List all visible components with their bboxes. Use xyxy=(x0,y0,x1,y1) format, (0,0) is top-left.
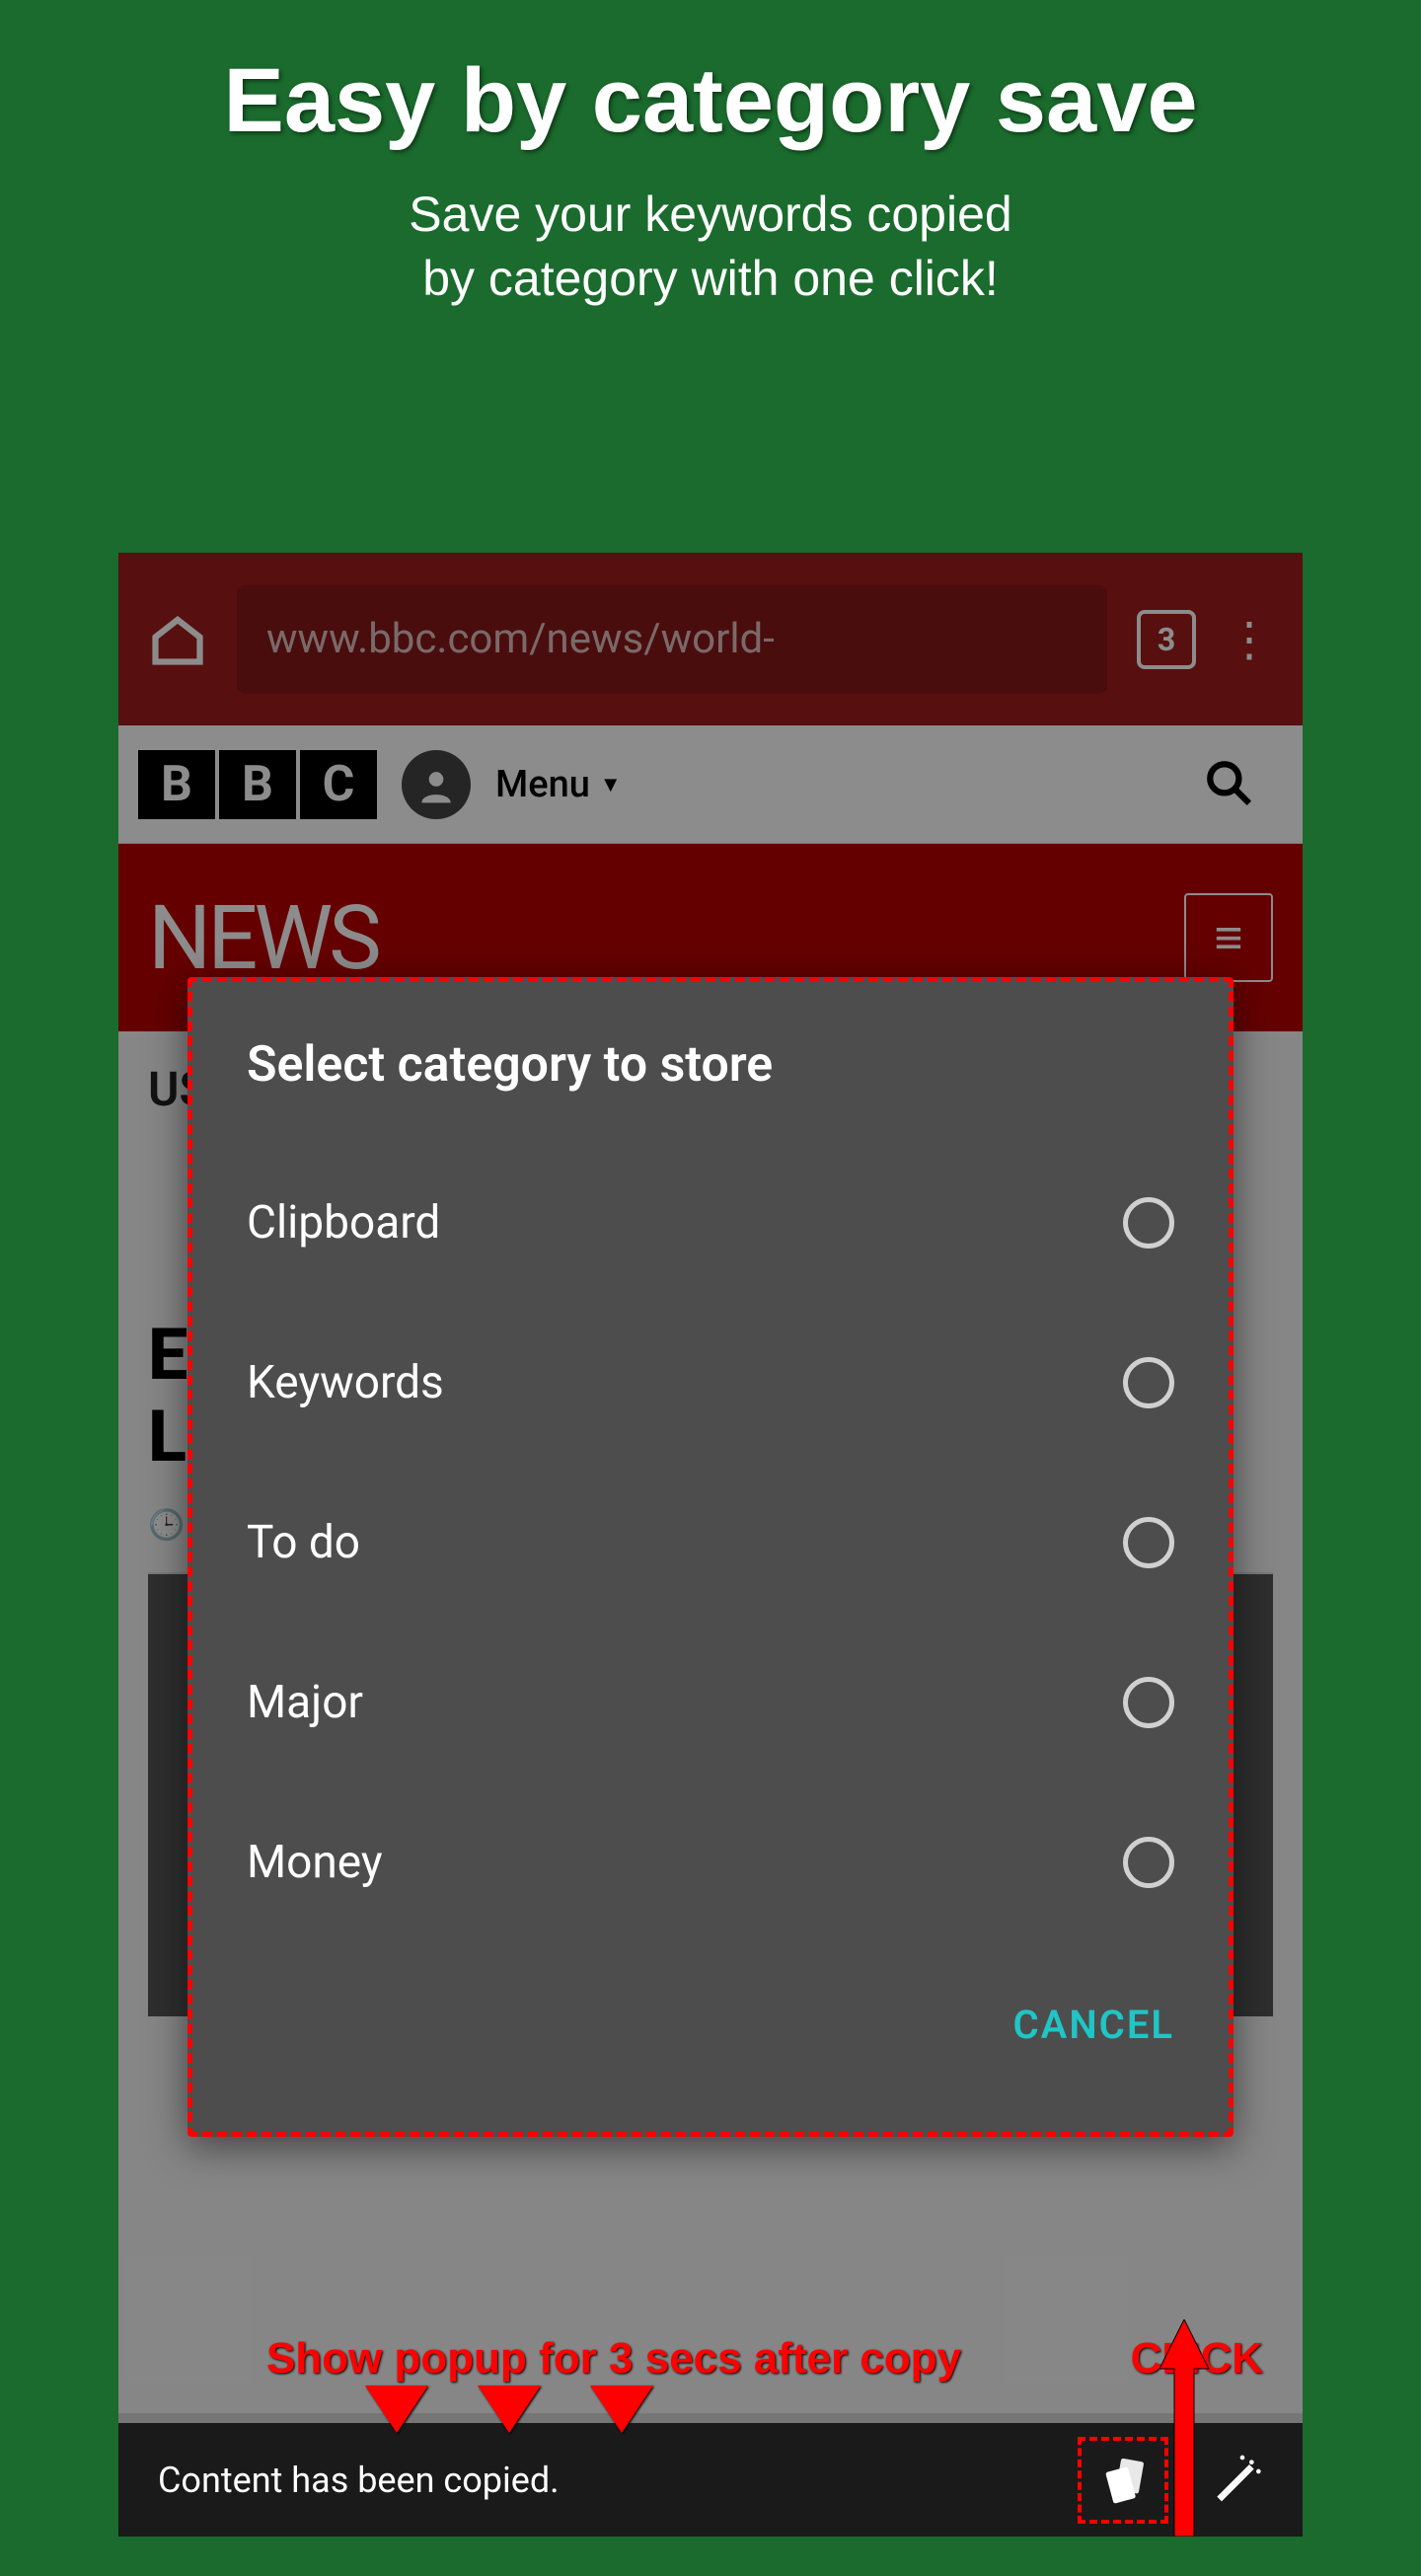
promo-subtitle: Save your keywords copied by category wi… xyxy=(0,183,1421,311)
cards-icon xyxy=(1095,2451,1151,2510)
option-label: Major xyxy=(247,1676,363,1729)
option-label: Keywords xyxy=(247,1356,444,1409)
phone-screenshot: www.bbc.com/news/world- 3 ⋮ B B C Menu ▼… xyxy=(118,553,1303,2537)
down-arrows-annotation xyxy=(365,2386,653,2433)
popup-annotation: Show popup for 3 secs after copy xyxy=(266,2334,961,2384)
radio-icon xyxy=(1123,1357,1174,1408)
arrow-down-icon xyxy=(365,2386,428,2433)
option-label: Clipboard xyxy=(247,1196,440,1250)
option-label: Money xyxy=(247,1836,383,1889)
dialog-title: Select category to store xyxy=(247,1036,1174,1094)
radio-icon xyxy=(1123,1677,1174,1728)
category-option-keywords[interactable]: Keywords xyxy=(247,1303,1174,1463)
radio-icon xyxy=(1123,1517,1174,1568)
arrow-down-icon xyxy=(590,2386,653,2433)
option-label: To do xyxy=(247,1516,360,1569)
promo-title: Easy by category save xyxy=(0,49,1421,153)
status-text: Content has been copied. xyxy=(158,2460,1038,2501)
radio-icon xyxy=(1123,1837,1174,1888)
category-option-clipboard[interactable]: Clipboard xyxy=(247,1143,1174,1303)
cancel-button[interactable]: CANCEL xyxy=(247,2002,1174,2048)
status-bar: Content has been copied. xyxy=(118,2423,1303,2537)
category-option-money[interactable]: Money xyxy=(247,1782,1174,1942)
arrow-down-icon xyxy=(478,2386,541,2433)
category-dialog: Select category to store Clipboard Keywo… xyxy=(187,977,1234,2137)
category-option-major[interactable]: Major xyxy=(247,1623,1174,1782)
radio-icon xyxy=(1123,1197,1174,1249)
magic-wand-icon[interactable] xyxy=(1208,2451,1263,2510)
category-option-todo[interactable]: To do xyxy=(247,1463,1174,1623)
